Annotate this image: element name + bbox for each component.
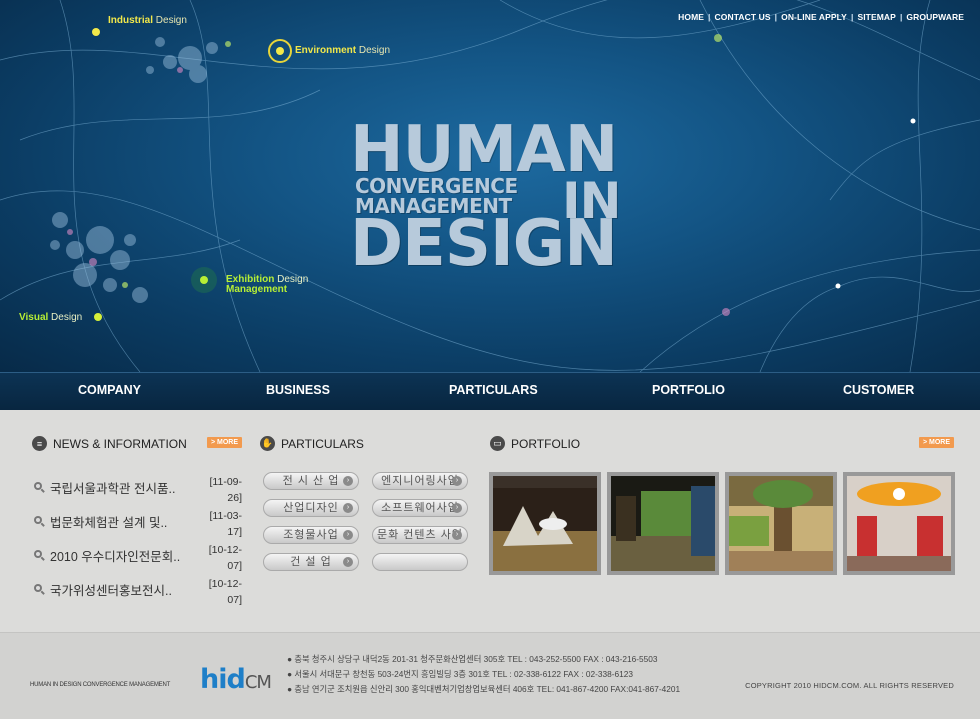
portfolio-image-2 [611, 476, 715, 571]
arrow-right-icon: › [343, 476, 353, 486]
top-nav-groupware[interactable]: GROUPWARE [906, 12, 964, 22]
nav-business[interactable]: BUSINESS [266, 383, 330, 397]
news-item[interactable]: 법문화체험관 설계 및.. [11-03- 17] [33, 508, 243, 542]
portfolio-image-4 [847, 476, 951, 571]
portfolio-more-button[interactable]: > MORE [919, 437, 954, 448]
news-section-title: ≡ NEWS & INFORMATION [32, 436, 187, 451]
top-nav-sitemap[interactable]: SITEMAP [857, 12, 895, 22]
footer-address: ● 충북 청주시 상당구 내덕2동 201-31 청주문화산업센터 305호 T… [287, 654, 658, 664]
particulars-industrial-button[interactable]: 산업디자인 › [263, 499, 359, 517]
particulars-sculpture-button[interactable]: 조형물사업 › [263, 526, 359, 544]
top-utility-nav: HOME | CONTACT US | ON-LINE APPLY | SITEMAP | GR… [678, 12, 964, 22]
news-item-date: [10-12- 07] [208, 578, 242, 606]
magnifier-icon [34, 516, 45, 527]
label-environment-design[interactable]: Environment Design [295, 45, 390, 56]
nav-company[interactable]: COMPANY [78, 383, 141, 397]
news-item-date: [11-03- 17] [209, 510, 243, 538]
particulars-engineering-button[interactable]: 엔지니어링사업 › [372, 472, 468, 490]
hero-banner: HOME | CONTACT US | ON-LINE APPLY | SITEMAP | GR… [0, 0, 980, 372]
portfolio-section-title: ▭ PORTFOLIO [490, 436, 580, 451]
label-exhibition-design[interactable]: Exhibition Design Management [226, 275, 308, 295]
arrow-right-icon: › [343, 557, 353, 567]
footer-logo[interactable]: hidCM [200, 664, 272, 695]
top-nav-apply[interactable]: ON-LINE APPLY [781, 12, 847, 22]
particulars-software-button[interactable]: 소프트웨어사업 › [372, 499, 468, 517]
headline-design: DESIGN [350, 207, 618, 281]
news-more-button[interactable]: > MORE [207, 437, 242, 448]
hand-icon: ✋ [260, 436, 275, 451]
portfolio-thumbnail[interactable] [607, 472, 719, 575]
arrow-right-icon: › [452, 530, 462, 540]
nav-particulars[interactable]: PARTICULARS [449, 383, 538, 397]
particulars-content-button[interactable]: 문화 컨텐츠 사업 › [372, 526, 468, 544]
news-item-title[interactable]: 국가위성센터홍보전시.. [50, 580, 200, 599]
arrow-right-icon: › [343, 503, 353, 513]
main-nav: COMPANY BUSINESS PARTICULARS PORTFOLIO C… [0, 372, 980, 410]
portfolio-thumbnail[interactable] [725, 472, 837, 575]
news-list-icon: ≡ [32, 436, 47, 451]
arrow-right-icon: › [452, 476, 462, 486]
particulars-empty-button[interactable] [372, 553, 468, 571]
news-item-title[interactable]: 2010 우수디자인전문회.. [50, 546, 200, 565]
label-visual-design[interactable]: Visual Design [19, 312, 82, 323]
particulars-exhibition-button[interactable]: 전 시 산 업 › [263, 472, 359, 490]
magnifier-icon [34, 584, 45, 595]
nav-customer[interactable]: CUSTOMER [843, 383, 914, 397]
portfolio-image-3 [729, 476, 833, 571]
news-item-date: [11-09- 26] [209, 476, 243, 504]
portfolio-thumbnail[interactable] [843, 472, 955, 575]
particulars-construction-button[interactable]: 건 설 업 › [263, 553, 359, 571]
window-icon: ▭ [490, 436, 505, 451]
label-industrial-design[interactable]: Industrial Design [108, 15, 187, 26]
news-item[interactable]: 2010 우수디자인전문회.. [10-12- 07] [33, 542, 243, 576]
news-item[interactable]: 국가위성센터홍보전시.. [10-12- 07] [33, 576, 243, 610]
footer: HUMAN IN DESIGN CONVERGENCE MANAGEMENT h… [0, 632, 980, 719]
news-item-date: [10-12- 07] [208, 544, 242, 572]
portfolio-image-1 [493, 476, 597, 571]
portfolio-thumbnail[interactable] [489, 472, 601, 575]
footer-address: ● 서울시 서대문구 창천동 503-24번지 흥임빌딩 3층 301호 TEL… [287, 669, 633, 679]
footer-address: ● 충남 연기군 조치원읍 신안리 300 홍익대벤처기업창업보육센터 406호… [287, 684, 681, 694]
footer-copyright: COPYRIGHT 2010 HIDCM.COM. ALL RIGHTS RES… [745, 681, 954, 690]
headline-convergence: CONVERGENCE [355, 174, 518, 198]
particulars-section-title: ✋ PARTICULARS [260, 436, 364, 451]
arrow-right-icon: › [452, 503, 462, 513]
nav-portfolio[interactable]: PORTFOLIO [652, 383, 725, 397]
footer-tagline: HUMAN IN DESIGN CONVERGENCE MANAGEMENT [30, 682, 171, 688]
magnifier-icon [34, 482, 45, 493]
arrow-right-icon: › [343, 530, 353, 540]
news-item[interactable]: 국립서울과학관 전시품.. [11-09- 26] [33, 474, 243, 508]
top-nav-contact[interactable]: CONTACT US [715, 12, 771, 22]
news-item-title[interactable]: 법문화체험관 설계 및.. [50, 512, 200, 531]
news-item-title[interactable]: 국립서울과학관 전시품.. [50, 478, 200, 497]
top-nav-home[interactable]: HOME [678, 12, 704, 22]
main-content: ≡ NEWS & INFORMATION > MORE 국립서울과학관 전시품.… [0, 410, 980, 632]
magnifier-icon [34, 550, 45, 561]
